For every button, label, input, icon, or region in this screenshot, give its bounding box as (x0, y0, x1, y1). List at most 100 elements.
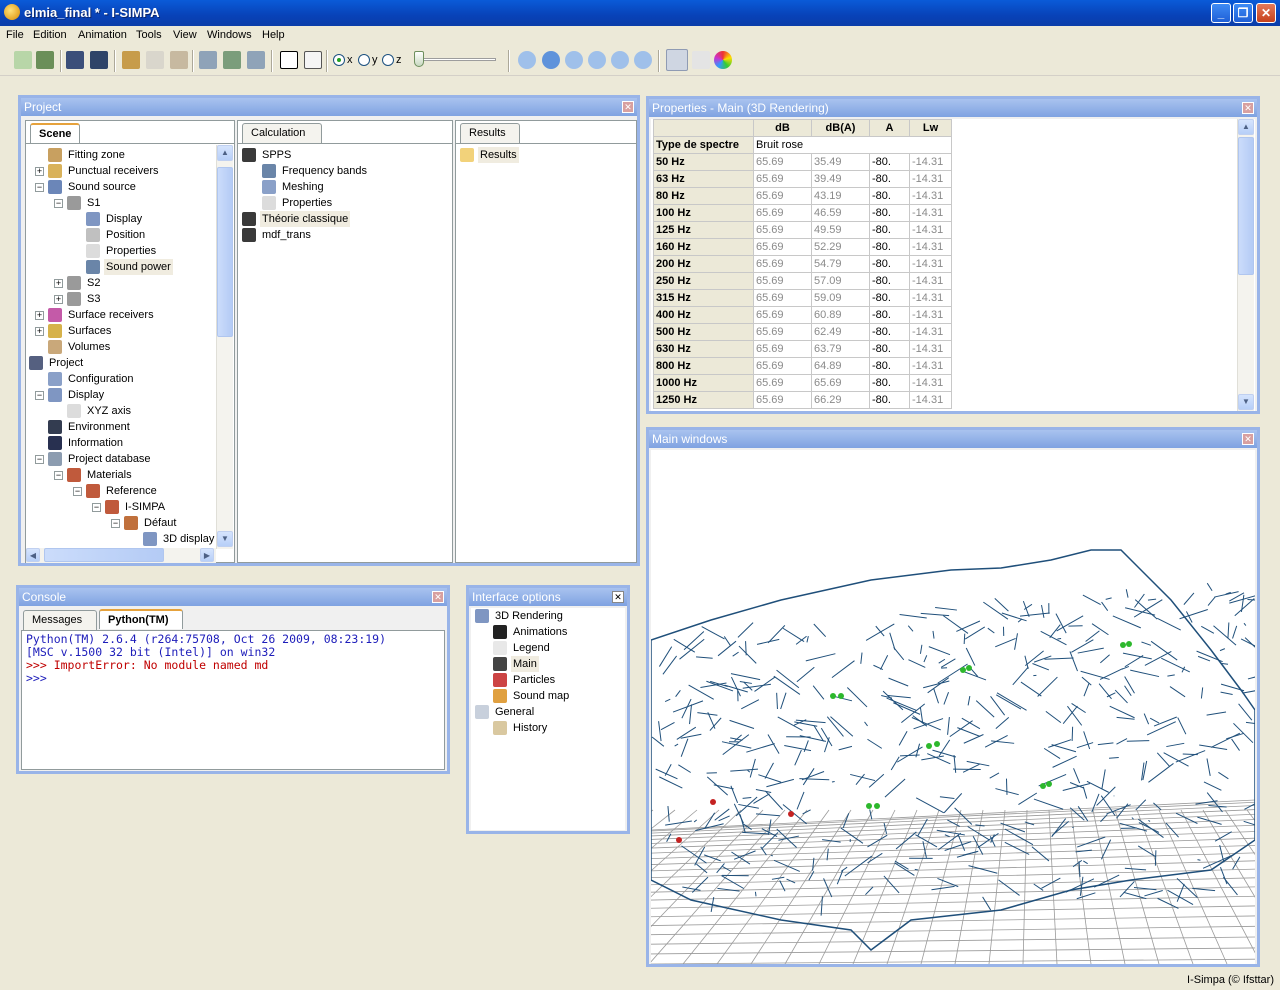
dba-cell[interactable]: 54.79 (811, 255, 870, 273)
tree-expander-icon[interactable]: − (111, 519, 120, 528)
pause-icon[interactable] (565, 51, 583, 69)
3d-viewport[interactable] (651, 450, 1255, 964)
tree-expander-icon[interactable]: + (35, 327, 44, 336)
tree-expander-icon[interactable]: + (35, 167, 44, 176)
scroll-left-icon[interactable]: ◀ (26, 548, 40, 562)
camera-mode-icon[interactable] (666, 49, 688, 71)
lw-cell[interactable]: -14.31 (909, 170, 952, 188)
console-output[interactable]: Python(TM) 2.6.4 (r264:75708, Oct 26 200… (21, 630, 445, 770)
lw-cell[interactable]: -14.31 (909, 187, 952, 205)
a-cell[interactable]: -80. (869, 187, 910, 205)
open-project-icon[interactable] (36, 51, 54, 69)
scene-horizontal-scrollbar[interactable]: ◀ ▶ (26, 548, 216, 563)
project-panel-close-icon[interactable]: ✕ (622, 101, 634, 113)
hscroll-thumb[interactable] (44, 548, 164, 562)
lw-cell[interactable]: -14.31 (909, 153, 952, 171)
properties-panel-close-icon[interactable]: ✕ (1242, 102, 1254, 114)
a-cell[interactable]: -80. (869, 374, 910, 392)
lw-cell[interactable]: -14.31 (909, 289, 952, 307)
dba-cell[interactable]: 43.19 (811, 187, 870, 205)
time-slider-track[interactable] (420, 58, 496, 61)
tree-expander-icon[interactable]: + (54, 295, 63, 304)
tree-expander-icon[interactable]: − (35, 455, 44, 464)
pointer-icon[interactable] (692, 51, 710, 69)
db-cell[interactable]: 65.69 (753, 238, 812, 256)
tree-expander-icon[interactable]: − (54, 199, 63, 208)
db-cell[interactable]: 65.69 (753, 323, 812, 341)
tree-expander-icon[interactable]: − (54, 471, 63, 480)
a-cell[interactable]: -80. (869, 204, 910, 222)
scene-vertical-scrollbar[interactable]: ▲ ▼ (216, 145, 233, 549)
tab-calculation[interactable]: Calculation (242, 123, 322, 143)
db-cell[interactable]: 65.69 (753, 357, 812, 375)
next-frame-icon[interactable] (588, 51, 606, 69)
console-panel-close-icon[interactable]: ✕ (432, 591, 444, 603)
db-cell[interactable]: 65.69 (753, 204, 812, 222)
dba-cell[interactable]: 65.69 (811, 374, 870, 392)
scroll-up-icon[interactable]: ▲ (1238, 119, 1254, 135)
lw-cell[interactable]: -14.31 (909, 306, 952, 324)
scroll-thumb[interactable] (217, 167, 233, 337)
a-cell[interactable]: -80. (869, 391, 910, 409)
lw-cell[interactable]: -14.31 (909, 204, 952, 222)
db-cell[interactable]: 65.69 (753, 153, 812, 171)
dba-cell[interactable]: 35.49 (811, 153, 870, 171)
lw-cell[interactable]: -14.31 (909, 391, 952, 409)
dba-cell[interactable]: 66.29 (811, 391, 870, 409)
menu-view[interactable]: View (173, 29, 197, 41)
interface-options-close-icon[interactable]: ✕ (612, 591, 624, 603)
menu-file[interactable]: File (6, 29, 24, 41)
package-icon[interactable] (170, 51, 188, 69)
properties-vertical-scrollbar[interactable]: ▲ ▼ (1237, 119, 1254, 411)
dba-cell[interactable]: 60.89 (811, 306, 870, 324)
tree-expander-icon[interactable]: − (35, 183, 44, 192)
db-cell[interactable]: 65.69 (753, 187, 812, 205)
tab-results[interactable]: Results (460, 123, 520, 143)
menu-animation[interactable]: Animation (78, 29, 127, 41)
lw-cell[interactable]: -14.31 (909, 357, 952, 375)
play-icon[interactable] (542, 51, 560, 69)
db-cell[interactable]: 65.69 (753, 306, 812, 324)
camera-move-icon[interactable] (223, 51, 241, 69)
visibility-icon[interactable] (304, 51, 322, 69)
dba-cell[interactable]: 64.89 (811, 357, 870, 375)
a-cell[interactable]: -80. (869, 170, 910, 188)
a-cell[interactable]: -80. (869, 153, 910, 171)
axis-z-radio[interactable] (382, 54, 394, 66)
main-window-close-icon[interactable]: ✕ (1242, 433, 1254, 445)
scroll-thumb[interactable] (1238, 137, 1254, 275)
scroll-down-icon[interactable]: ▼ (217, 531, 233, 547)
tree-expander-icon[interactable]: − (73, 487, 82, 496)
a-cell[interactable]: -80. (869, 255, 910, 273)
spectrum-type-value[interactable]: Bruit rose (753, 136, 952, 154)
a-cell[interactable]: -80. (869, 306, 910, 324)
axis-x-radio[interactable] (333, 54, 345, 66)
scroll-right-icon[interactable]: ▶ (200, 548, 214, 562)
scroll-up-icon[interactable]: ▲ (217, 145, 233, 161)
db-cell[interactable]: 65.69 (753, 340, 812, 358)
dba-cell[interactable]: 49.59 (811, 221, 870, 239)
lw-cell[interactable]: -14.31 (909, 238, 952, 256)
dba-cell[interactable]: 57.09 (811, 272, 870, 290)
restore-button[interactable]: ❐ (1233, 3, 1253, 23)
dba-cell[interactable]: 52.29 (811, 238, 870, 256)
a-cell[interactable]: -80. (869, 272, 910, 290)
tree-expander-icon[interactable]: − (92, 503, 101, 512)
a-cell[interactable]: -80. (869, 289, 910, 307)
minimize-button[interactable]: _ (1211, 3, 1231, 23)
db-cell[interactable]: 65.69 (753, 221, 812, 239)
first-frame-icon[interactable] (518, 51, 536, 69)
a-cell[interactable]: -80. (869, 238, 910, 256)
close-button[interactable]: ✕ (1256, 3, 1276, 23)
db-cell[interactable]: 65.69 (753, 289, 812, 307)
lw-cell[interactable]: -14.31 (909, 221, 952, 239)
tree-expander-icon[interactable]: + (54, 279, 63, 288)
menu-tools[interactable]: Tools (136, 29, 162, 41)
camera-rotate-icon[interactable] (247, 51, 265, 69)
save-icon[interactable] (66, 51, 84, 69)
loop-icon[interactable] (634, 51, 652, 69)
tab-python[interactable]: Python(TM) (99, 609, 183, 629)
a-cell[interactable]: -80. (869, 323, 910, 341)
color-map-icon[interactable] (714, 51, 732, 69)
scroll-down-icon[interactable]: ▼ (1238, 394, 1254, 410)
